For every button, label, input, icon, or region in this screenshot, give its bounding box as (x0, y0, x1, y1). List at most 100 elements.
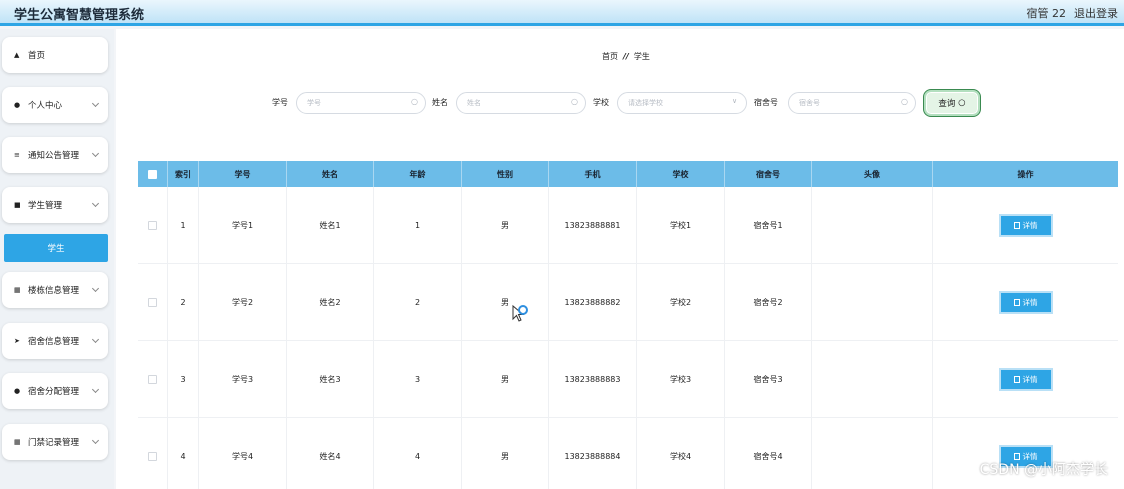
column-header: 手机 (549, 161, 637, 187)
cell-age: 4 (374, 418, 462, 489)
column-header: 姓名 (287, 161, 374, 187)
detail-button-label: 详情 (1022, 221, 1038, 230)
student-id-input[interactable] (296, 92, 426, 114)
logout-link[interactable]: 退出登录 (1074, 5, 1118, 21)
sidebar-item-notice-management[interactable]: ≡ 通知公告管理 (2, 137, 108, 173)
sidebar-item-dorm-assignment-management[interactable]: ● 宿舍分配管理 (2, 373, 108, 409)
table-row: 2 学号2 姓名2 2 男 13823888882 学校2 宿舍号2 详情 (138, 264, 1118, 341)
cell-avatar (812, 264, 933, 341)
cell-phone: 13823888883 (549, 341, 637, 418)
dorm-input[interactable] (788, 92, 916, 114)
sidebar-item-personal-center[interactable]: ● 个人中心 (2, 87, 108, 123)
name-label: 姓名 (432, 98, 448, 107)
column-header: 年龄 (374, 161, 462, 187)
cell-phone: 13823888881 (549, 187, 637, 264)
cell-name: 姓名1 (287, 187, 374, 264)
name-input[interactable] (456, 92, 586, 114)
top-header: 学生公寓智慧管理系统 宿管 22 退出登录 (0, 0, 1124, 26)
search-icon: ○ (571, 97, 578, 106)
cell-school: 学校1 (637, 187, 725, 264)
main-content: 首页 // 学生 学号 ○ 姓名 ○ 学校 ∨ 宿舍号 ○ 查询 ○ 索引 学号 姓… (116, 29, 1124, 489)
cell-gender: 男 (462, 418, 549, 489)
breadcrumb: 首页 // 学生 (602, 51, 650, 62)
search-icon: ○ (958, 98, 966, 108)
document-icon (1013, 376, 1020, 383)
document-icon (1013, 222, 1020, 229)
column-header: 操作 (1017, 169, 1034, 179)
cell-dorm: 宿舍号1 (725, 187, 812, 264)
user-icon: ● (14, 101, 21, 109)
breadcrumb-separator: // (623, 52, 629, 61)
sidebar-item-label: 楼栋信息管理 (28, 286, 80, 296)
sidebar-item-dorm-info-management[interactable]: ➤ 宿舍信息管理 (2, 323, 108, 359)
table-row: 1 学号1 姓名1 1 男 13823888881 学校1 宿舍号1 详情 (138, 187, 1118, 264)
cell-phone: 13823888884 (549, 418, 637, 489)
chevron-down-icon (91, 385, 100, 394)
detail-button[interactable]: 详情 (1000, 370, 1051, 389)
app-title: 学生公寓智慧管理系统 (14, 8, 145, 23)
sidebar-item-label: 首页 (28, 51, 46, 61)
cell-gender: 男 (462, 187, 549, 264)
breadcrumb-home[interactable]: 首页 (602, 52, 618, 61)
cell-student-id: 学号2 (199, 264, 287, 341)
cell-phone: 13823888882 (549, 264, 637, 341)
home-icon: ▲ (14, 51, 20, 59)
cell-dorm: 宿舍号2 (725, 264, 812, 341)
detail-button[interactable]: 详情 (1000, 216, 1051, 235)
cell-dorm: 宿舍号4 (725, 418, 812, 489)
detail-button[interactable]: 详情 (1000, 293, 1051, 312)
sidebar-item-building-management[interactable]: ▦ 楼栋信息管理 (2, 272, 108, 308)
table-row: 4 学号4 姓名4 4 男 13823888884 学校4 宿舍号4 详情 (138, 418, 1118, 489)
column-header: 学校 (637, 161, 725, 187)
cell-avatar (812, 418, 933, 489)
row-checkbox[interactable] (148, 375, 157, 384)
row-select-cell (138, 341, 168, 418)
sidebar-subitem-student[interactable]: 学生 (4, 234, 108, 262)
sliders-icon: ≡ (14, 151, 20, 159)
table-row: 3 学号3 姓名3 3 男 13823888883 学校3 宿舍号3 详情 (138, 341, 1118, 418)
column-header: 性别 (462, 161, 549, 187)
row-select-cell (138, 418, 168, 489)
school-select[interactable] (617, 92, 747, 114)
mouse-cursor-icon (512, 304, 528, 322)
detail-button-label: 详情 (1022, 298, 1038, 307)
chevron-down-icon: ∨ (732, 97, 738, 105)
user-icon: ● (14, 387, 21, 395)
cell-dorm: 宿舍号3 (725, 341, 812, 418)
cell-student-id: 学号4 (199, 418, 287, 489)
header-select-all[interactable] (138, 161, 168, 187)
breadcrumb-current: 学生 (633, 52, 650, 61)
watermark: CSDN @小阿杰学长 (979, 462, 1108, 478)
sidebar-item-student-management[interactable]: ■ 学生管理 (2, 187, 108, 223)
sidebar-item-home[interactable]: ▲ 首页 (2, 37, 108, 73)
document-icon (1013, 299, 1020, 306)
query-button-label: 查询 (938, 99, 956, 109)
cell-index: 2 (168, 264, 199, 341)
current-user: 宿管 22 (1026, 7, 1067, 20)
query-button[interactable]: 查询 ○ (924, 90, 980, 116)
sidebar-item-label: 宿舍分配管理 (28, 387, 80, 397)
cell-school: 学校4 (637, 418, 725, 489)
row-checkbox[interactable] (148, 221, 157, 230)
column-header: 宿舍号 (725, 161, 812, 187)
cell-actions: 详情 (933, 341, 1118, 418)
cell-student-id: 学号3 (199, 341, 287, 418)
sidebar-item-access-record-management[interactable]: ▦ 门禁记录管理 (2, 424, 108, 460)
select-all-checkbox[interactable] (148, 169, 157, 179)
chevron-down-icon (91, 284, 100, 293)
cell-avatar (812, 187, 933, 264)
row-checkbox[interactable] (148, 298, 157, 307)
sidebar-item-label: 通知公告管理 (28, 151, 80, 161)
sidebar-item-label: 学生管理 (28, 201, 63, 211)
row-checkbox[interactable] (148, 452, 157, 461)
cell-school: 学校3 (637, 341, 725, 418)
search-icon: ○ (411, 97, 418, 106)
cell-name: 姓名2 (287, 264, 374, 341)
cell-age: 3 (374, 341, 462, 418)
school-label: 学校 (593, 98, 609, 107)
grid-icon: ▦ (14, 438, 21, 446)
cell-actions: 详情 (933, 264, 1118, 341)
row-select-cell (138, 187, 168, 264)
grid-icon: ▦ (14, 286, 21, 294)
column-header: 学号 (199, 161, 287, 187)
